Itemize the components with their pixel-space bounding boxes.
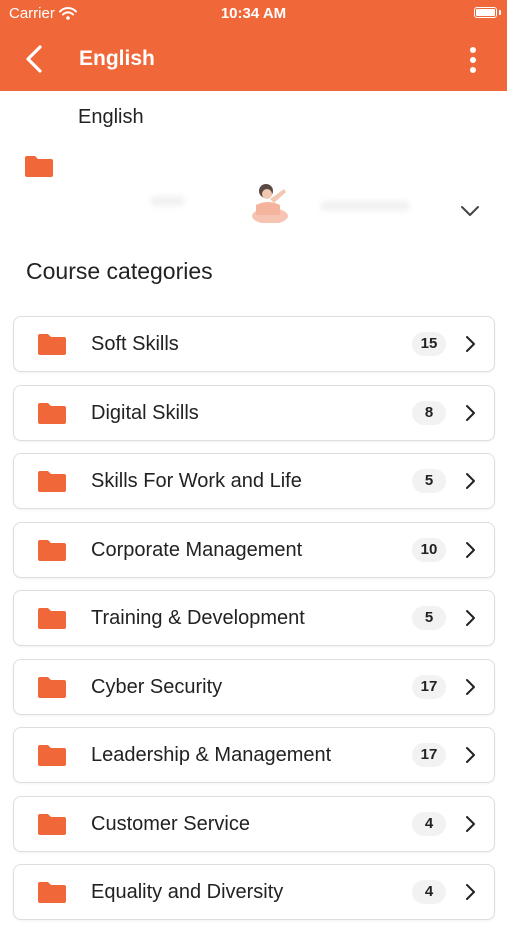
category-label: Training & Development (91, 607, 305, 629)
chevron-right-icon (466, 815, 475, 832)
category-list: Soft Skills 15 Digital Skills 8 Skills F… (13, 316, 495, 933)
count-badge: 4 (412, 811, 446, 836)
category-label: Soft Skills (91, 333, 179, 355)
course-header: English (0, 91, 507, 241)
chevron-right-icon (466, 336, 475, 352)
back-icon[interactable] (20, 43, 52, 75)
count-badge: 10 (412, 537, 446, 562)
nav-title: English (79, 47, 155, 70)
chevron-right-icon (466, 747, 475, 763)
status-bar: Carrier 10:34 AM (0, 0, 507, 28)
folder-icon (38, 813, 66, 835)
chevron-right-icon (466, 884, 475, 900)
category-label: Leadership & Management (91, 744, 332, 766)
category-row[interactable]: Training & Development 5 (13, 590, 495, 646)
count-badge: 17 (412, 674, 446, 699)
folder-icon (38, 608, 66, 629)
folder-icon (38, 676, 66, 698)
battery-tip (499, 10, 501, 15)
category-label: Skills For Work and Life (91, 470, 302, 492)
blurred-text (320, 201, 410, 211)
folder-icon (38, 745, 66, 766)
battery-icon (474, 7, 497, 18)
category-row[interactable]: Customer Service 4 (13, 795, 495, 852)
count-badge: 8 (412, 400, 446, 425)
section-title: Course categories (26, 258, 213, 284)
category-row[interactable]: Corporate Management 10 (13, 521, 495, 578)
chevron-right-icon (466, 541, 475, 558)
header-subtitle: English (78, 106, 144, 128)
category-row[interactable]: Equality and Diversity 4 (13, 864, 495, 920)
blurred-text (150, 196, 185, 206)
category-label: Digital Skills (91, 401, 199, 424)
category-row[interactable]: Digital Skills 8 (13, 384, 495, 441)
chevron-down-icon[interactable] (459, 204, 481, 218)
chevron-right-icon (466, 404, 475, 421)
category-label: Cyber Security (91, 675, 223, 698)
category-row[interactable]: Cyber Security 17 (13, 658, 495, 715)
chevron-right-icon (466, 473, 475, 489)
more-icon[interactable] (461, 44, 485, 76)
folder-icon (38, 334, 66, 355)
folder-icon (38, 471, 66, 492)
status-time: 10:34 AM (220, 5, 287, 22)
count-badge: 5 (412, 469, 446, 493)
chevron-right-icon (466, 678, 475, 695)
folder-icon (38, 402, 66, 424)
category-row[interactable]: Soft Skills 15 (13, 316, 495, 372)
category-row[interactable]: Leadership & Management 17 (13, 727, 495, 783)
folder-icon (25, 156, 53, 177)
nav-bar: English (0, 28, 507, 91)
count-badge: 5 (412, 606, 446, 630)
folder-icon (38, 539, 66, 561)
category-label: Corporate Management (91, 538, 303, 561)
chevron-right-icon (466, 610, 475, 626)
count-badge: 17 (412, 743, 446, 767)
category-label: Equality and Diversity (91, 881, 284, 903)
count-badge: 4 (412, 880, 446, 904)
category-row[interactable]: Skills For Work and Life 5 (13, 453, 495, 509)
count-badge: 15 (412, 332, 446, 356)
category-label: Customer Service (91, 812, 250, 835)
person-illustration (252, 184, 288, 223)
